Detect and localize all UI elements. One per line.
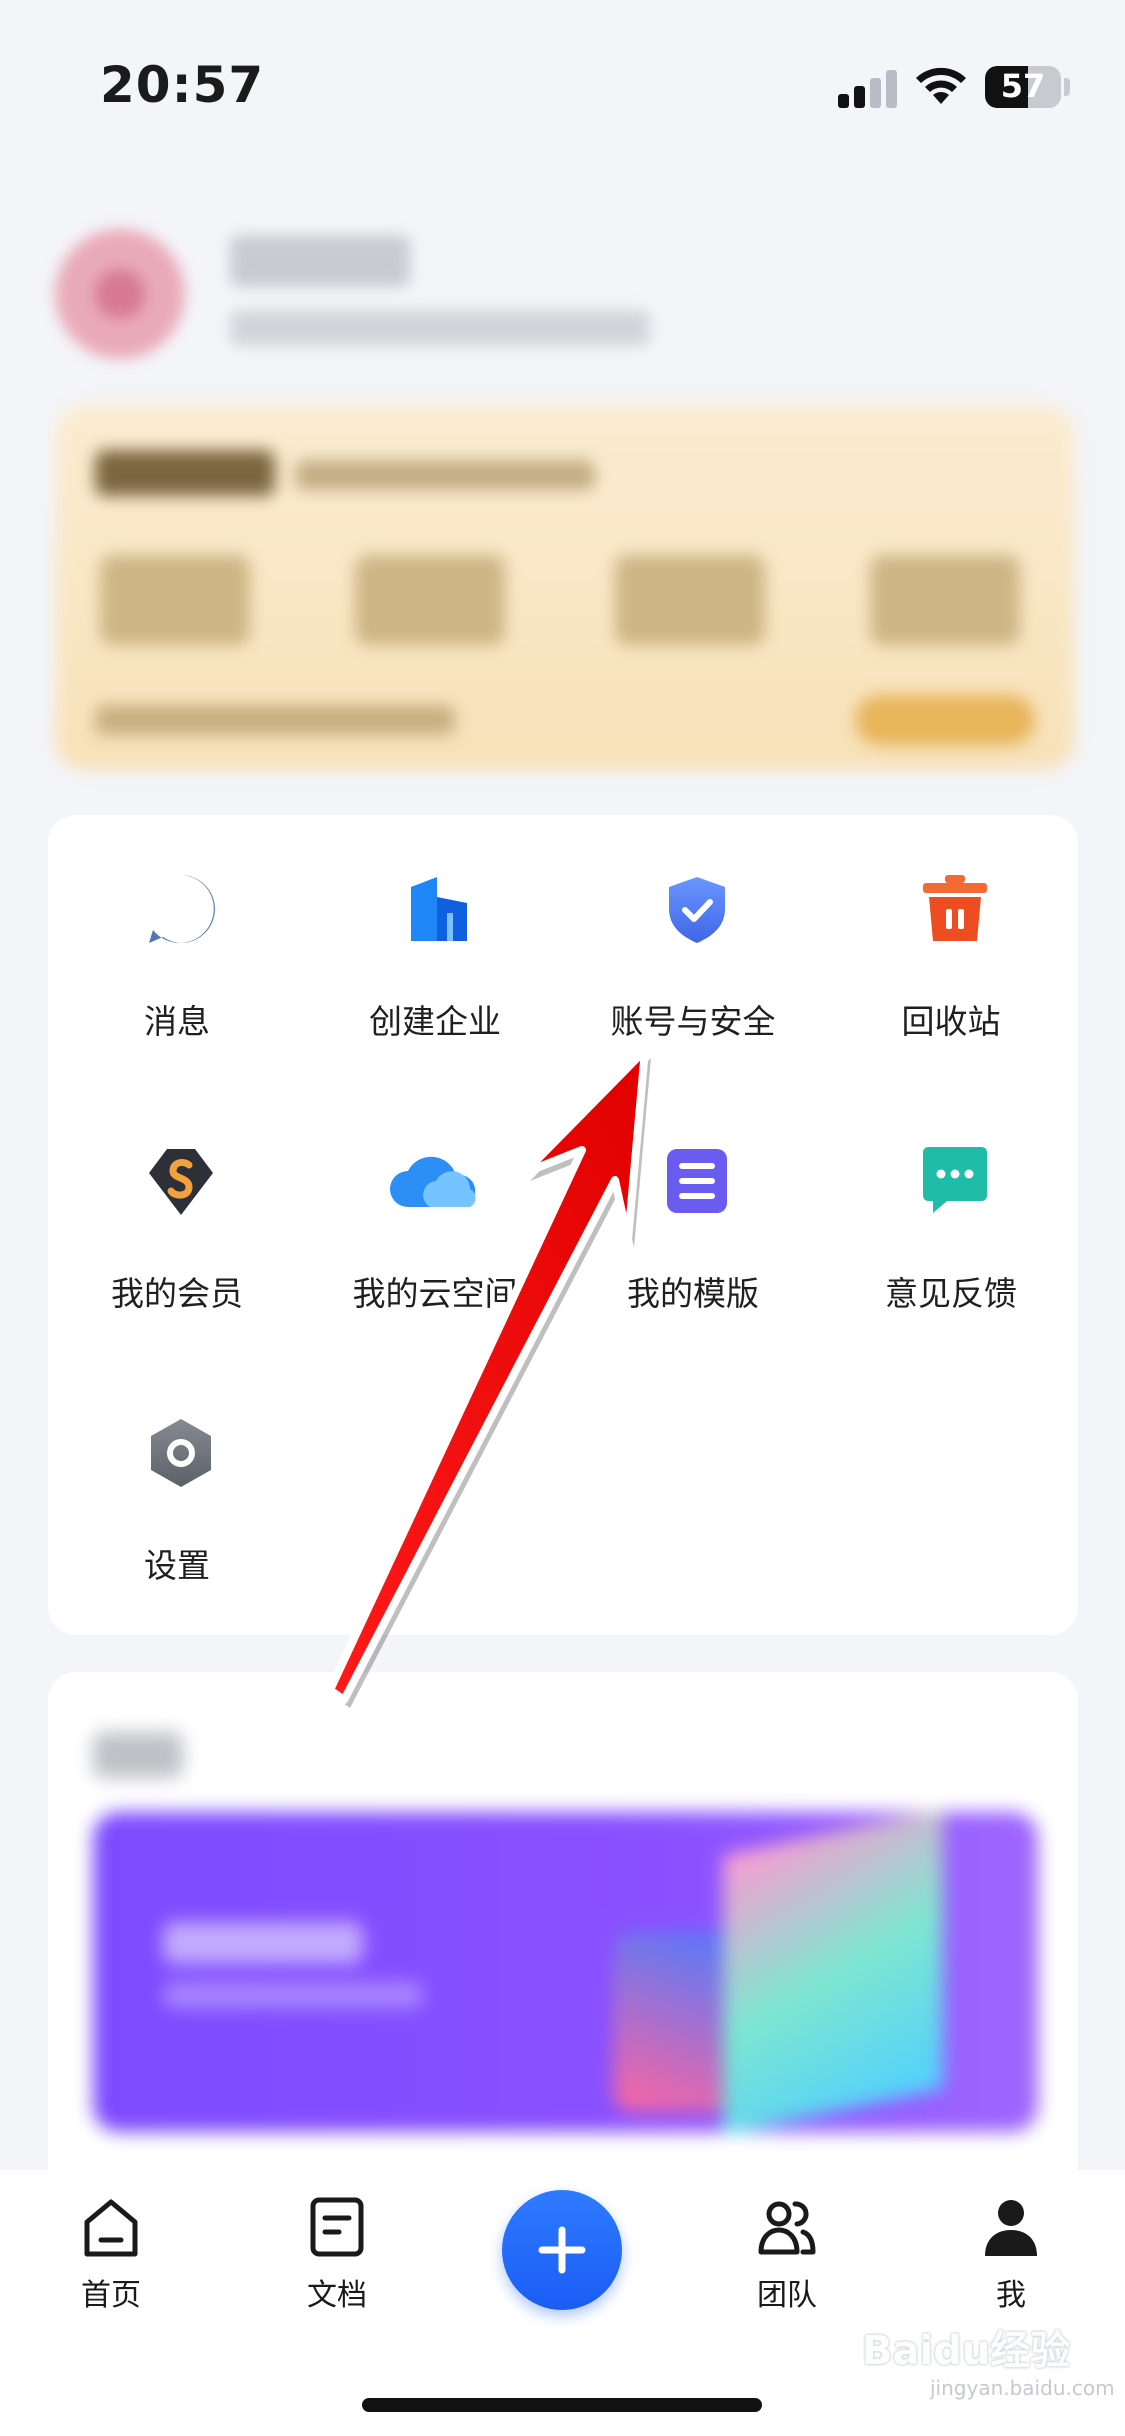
battery-level: 57: [1000, 67, 1046, 105]
shield-icon: [669, 877, 725, 943]
membership-subtitle-blurred: [295, 460, 595, 490]
document-icon: [310, 2197, 364, 2257]
cellular-signal-icon: [838, 68, 898, 108]
recommend-card[interactable]: [48, 1672, 1078, 2192]
func-label: 我的云空间: [352, 1274, 518, 1313]
membership-stat-blurred: [615, 555, 765, 645]
avatar[interactable]: [55, 229, 185, 359]
membership-note-blurred: [95, 705, 455, 735]
home-icon: [84, 2199, 138, 2257]
func-label: 回收站: [901, 1002, 1001, 1041]
func-message[interactable]: 消息: [48, 815, 306, 1041]
wifi-icon: [916, 67, 966, 104]
plus-icon: [538, 2226, 586, 2274]
membership-card[interactable]: [55, 405, 1075, 770]
tab-home[interactable]: 首页: [31, 2196, 191, 2326]
trash-icon: [923, 875, 987, 941]
func-label: 意见反馈: [885, 1274, 1017, 1313]
func-settings[interactable]: 设置: [48, 1359, 306, 1585]
promo-subtitle-blurred: [163, 1982, 423, 2008]
profile-header[interactable]: [55, 215, 1065, 375]
tab-team[interactable]: 团队: [707, 2196, 867, 2326]
watermark-logo: Baidu经验: [862, 2328, 1071, 2374]
message-icon: [149, 875, 215, 943]
battery-tip: [1064, 78, 1070, 96]
profile-name-blurred: [230, 235, 410, 287]
watermark-url: jingyan.baidu.com: [930, 2376, 1115, 2400]
tab-documents[interactable]: 文档: [257, 2196, 417, 2326]
func-label: 创建企业: [369, 1002, 501, 1041]
cloud-icon: [390, 1156, 476, 1207]
func-my-cloud-space[interactable]: 我的云空间: [306, 1087, 564, 1313]
func-account-security[interactable]: 账号与安全: [564, 815, 822, 1041]
membership-title-blurred: [95, 450, 275, 496]
profile-info-blurred: [230, 310, 650, 346]
tab-label: 团队: [757, 2278, 817, 2313]
func-recycle-bin[interactable]: 回收站: [822, 815, 1080, 1041]
func-label: 设置: [144, 1546, 210, 1585]
feedback-icon: [923, 1147, 987, 1213]
settings-icon: [151, 1419, 211, 1487]
home-indicator: [362, 2398, 762, 2412]
promo-title-blurred: [163, 1922, 363, 1964]
func-feedback[interactable]: 意见反馈: [822, 1087, 1080, 1313]
building-icon: [411, 877, 467, 941]
function-grid: 消息 创建企业 账号与安全 回收站 我的会员 我的云空间 我的模版 意见反馈 设…: [48, 815, 1078, 1635]
func-my-membership[interactable]: 我的会员: [48, 1087, 306, 1313]
promo-banner-blurred[interactable]: [93, 1812, 1038, 2132]
tab-me[interactable]: 我: [931, 2196, 1091, 2326]
func-label: 账号与安全: [610, 1002, 776, 1041]
membership-stat-blurred: [870, 555, 1020, 645]
tab-label: 文档: [307, 2278, 367, 2313]
recommend-title-blurred: [93, 1732, 183, 1778]
membership-action-button-blurred[interactable]: [855, 695, 1035, 745]
team-icon: [758, 2201, 816, 2255]
membership-stat-blurred: [100, 555, 250, 645]
tab-label: 我: [996, 2278, 1026, 2313]
func-label: 消息: [144, 1002, 210, 1041]
func-my-template[interactable]: 我的模版: [564, 1087, 822, 1313]
template-icon: [667, 1149, 727, 1213]
promo-graphic-blurred: [723, 1812, 943, 2132]
func-create-enterprise[interactable]: 创建企业: [306, 815, 564, 1041]
membership-stat-blurred: [355, 555, 505, 645]
status-time: 20:57: [100, 56, 265, 114]
recommend-card-content-blurred: [48, 1672, 1078, 2192]
vip-badge-icon: [149, 1149, 213, 1215]
tab-label: 首页: [81, 2278, 141, 2313]
func-label: 我的会员: [111, 1274, 243, 1313]
battery-icon: 57: [985, 66, 1061, 108]
func-label: 我的模版: [627, 1274, 759, 1313]
user-icon: [985, 2200, 1037, 2256]
create-new-button[interactable]: [502, 2190, 622, 2310]
status-bar: 20:57 57: [0, 0, 1125, 170]
